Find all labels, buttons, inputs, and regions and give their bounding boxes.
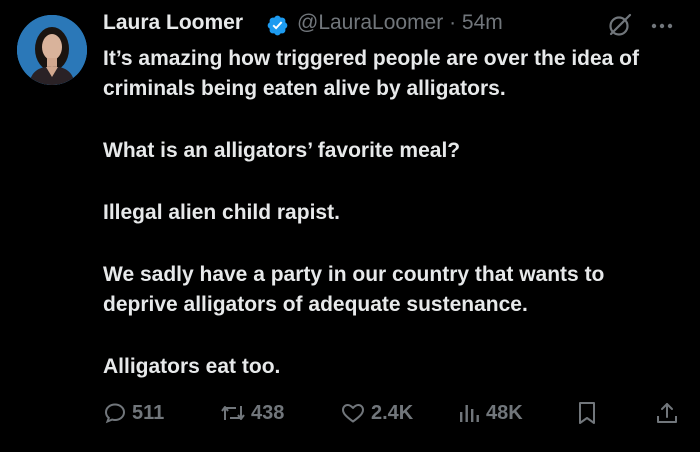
- tweet-paragraph: We sadly have a party in our country tha…: [103, 263, 605, 316]
- repost-button[interactable]: 438: [220, 398, 284, 428]
- heart-icon: [342, 404, 364, 423]
- views-icon: [460, 405, 479, 422]
- author-handle[interactable]: @LauraLoomer: [297, 11, 443, 34]
- repost-count: 438: [251, 401, 285, 424]
- avatar[interactable]: [17, 15, 87, 85]
- tweet-paragraph: Illegal alien child rapist.: [103, 201, 340, 224]
- repost-icon: [221, 406, 245, 420]
- tweet-paragraph: Alligators eat too.: [103, 355, 281, 378]
- bookmark-icon: [579, 402, 595, 424]
- tweet-paragraph: It’s amazing how triggered people are ov…: [103, 47, 640, 100]
- verified-badge-icon: [267, 15, 288, 36]
- grok-icon[interactable]: [607, 12, 633, 38]
- tweet-paragraph: What is an alligators’ favorite meal?: [103, 139, 461, 162]
- share-icon: [657, 403, 677, 423]
- like-button[interactable]: 2.4K: [340, 398, 413, 428]
- timestamp[interactable]: 54m: [462, 11, 503, 34]
- reply-icon: [104, 403, 126, 424]
- action-bar: 511 438 2.4K 48K: [103, 398, 683, 428]
- view-count: 48K: [486, 401, 523, 424]
- avatar-image: [17, 15, 87, 85]
- views-button[interactable]: 48K: [457, 398, 523, 428]
- like-count: 2.4K: [371, 401, 414, 424]
- separator-dot: ·: [449, 11, 457, 34]
- tweet-header: Laura Loomer @LauraLoomer · 54m: [103, 9, 693, 43]
- display-name[interactable]: Laura Loomer: [103, 11, 243, 35]
- bookmark-button[interactable]: [576, 398, 598, 428]
- more-icon[interactable]: [649, 14, 675, 38]
- share-button[interactable]: [655, 398, 679, 428]
- reply-button[interactable]: 511: [103, 398, 164, 428]
- handle-and-time: @LauraLoomer · 54m: [297, 11, 503, 35]
- reply-count: 511: [132, 401, 165, 424]
- tweet-text: It’s amazing how triggered people are ov…: [103, 44, 683, 414]
